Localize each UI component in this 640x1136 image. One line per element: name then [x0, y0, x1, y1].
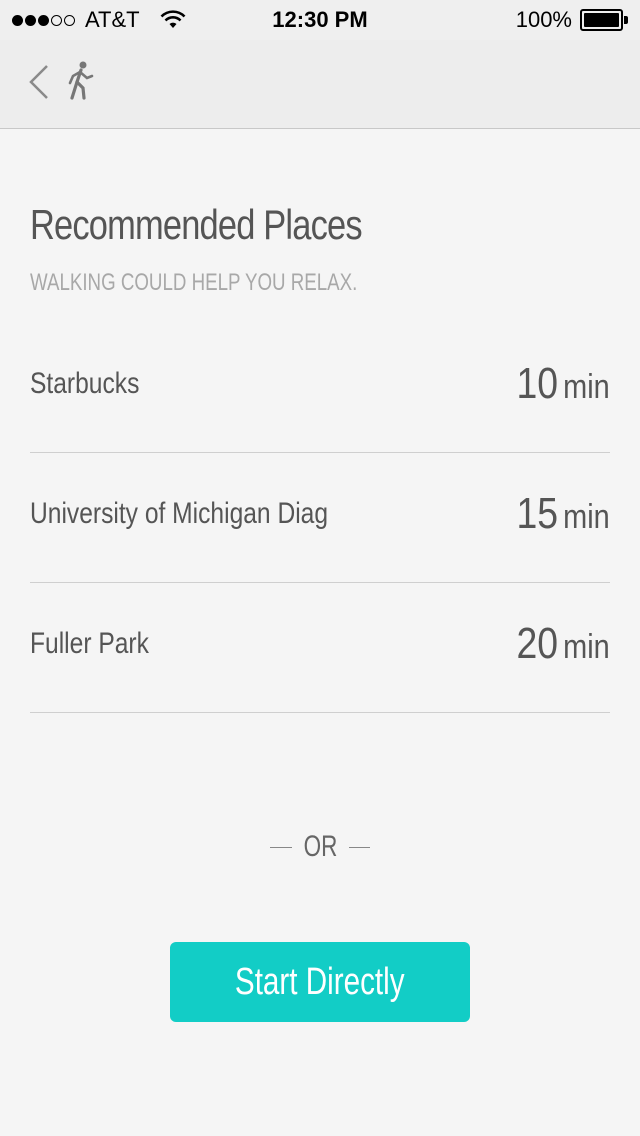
- place-row-university-of-michigan-diag[interactable]: University of Michigan Diag 15 min: [30, 453, 610, 583]
- or-divider: OR: [270, 830, 370, 864]
- place-walk-time: 20 min: [516, 619, 610, 668]
- page-subtitle: WALKING COULD HELP YOU RELAX.: [30, 269, 358, 296]
- walking-person-icon: [68, 61, 94, 100]
- or-label: OR: [303, 830, 337, 863]
- battery-percent: 100%: [515, 7, 572, 32]
- divider-line-left: [270, 846, 292, 848]
- battery-icon: [580, 9, 628, 31]
- start-directly-button[interactable]: Start Directly: [170, 942, 470, 1022]
- divider-line-right: [348, 846, 370, 848]
- place-walk-time: 15 min: [516, 489, 610, 538]
- place-name: University of Michigan Diag: [30, 497, 329, 530]
- place-row-fuller-park[interactable]: Fuller Park 20 min: [30, 583, 610, 713]
- place-name: Starbucks: [30, 367, 140, 400]
- place-list: Starbucks 10 min University of Michigan D…: [30, 323, 610, 713]
- status-bar: AT&T 12:30 PM 100%: [0, 0, 640, 40]
- nav-bar: [0, 40, 640, 129]
- status-right: 100%: [516, 7, 628, 33]
- place-row-starbucks[interactable]: Starbucks 10 min: [30, 323, 610, 453]
- chevron-left-icon[interactable]: [28, 64, 50, 100]
- place-name: Fuller Park: [30, 627, 149, 660]
- place-walk-time: 10 min: [516, 359, 610, 408]
- page-title: Recommended Places: [30, 201, 363, 248]
